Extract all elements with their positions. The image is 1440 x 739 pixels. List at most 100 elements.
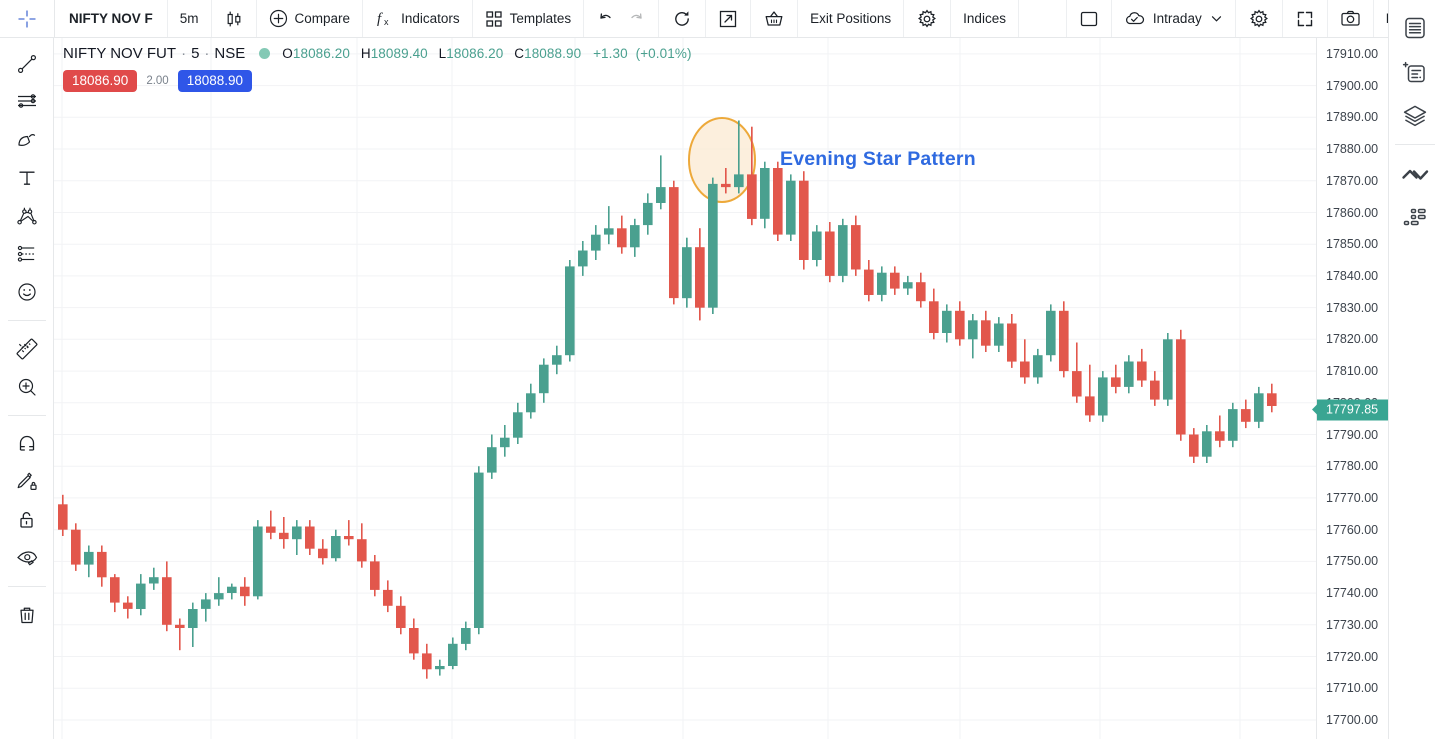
layers-panel-button[interactable]	[1394, 94, 1436, 138]
interval-button[interactable]: 5m	[168, 0, 212, 37]
candle	[799, 171, 809, 270]
candle	[1241, 399, 1251, 429]
create-watchlist-button[interactable]	[1394, 50, 1436, 94]
ask-price-button[interactable]: 18088.90	[177, 70, 253, 92]
toolbar-right-group: Intraday	[1067, 0, 1440, 37]
basket-orders-button[interactable]	[751, 0, 799, 37]
candle	[773, 161, 783, 241]
undo-button[interactable]	[584, 0, 621, 37]
measure-tool[interactable]	[7, 331, 47, 367]
horizontal-lines-tool[interactable]	[7, 84, 47, 120]
remove-drawings-tool[interactable]	[7, 597, 47, 633]
price-axis-tick: 17870.00	[1326, 173, 1379, 188]
patterns-tool[interactable]	[7, 236, 47, 272]
bid-ask-row: 18086.90 2.00 18088.90	[63, 70, 253, 92]
candle	[1202, 425, 1212, 463]
alerts-panel-button[interactable]	[1394, 153, 1436, 197]
redo-button[interactable]	[621, 0, 660, 37]
object-tree-panel-button[interactable]	[1394, 197, 1436, 241]
price-axis-tick: 17910.00	[1326, 46, 1379, 61]
product-type-label: Intraday	[1152, 11, 1202, 26]
candle	[84, 545, 94, 578]
stay-in-drawing-mode-tool[interactable]	[7, 464, 47, 500]
candle	[591, 225, 601, 260]
magnifier-plus-icon	[15, 375, 39, 399]
templates-button[interactable]: Templates	[473, 0, 585, 37]
right-sidebar-divider	[1394, 144, 1435, 145]
price-axis-tick: 17790.00	[1326, 427, 1379, 442]
candle	[1254, 386, 1264, 429]
candle	[812, 225, 822, 267]
crosshair-tool-button[interactable]	[0, 0, 55, 37]
price-axis-tick: 17750.00	[1326, 554, 1379, 569]
candle	[1228, 402, 1238, 448]
text-tool[interactable]	[7, 160, 47, 196]
price-axis-tick: 17860.00	[1326, 205, 1379, 220]
watchlist-panel-button[interactable]	[1394, 6, 1436, 50]
product-type-select[interactable]: Intraday	[1112, 0, 1236, 37]
candle	[214, 577, 224, 606]
ruler-icon	[15, 337, 39, 361]
layout-button[interactable]	[1067, 0, 1112, 37]
magnet-tool[interactable]	[7, 426, 47, 462]
hide-drawings-tool[interactable]	[7, 540, 47, 576]
camera-icon	[1340, 9, 1361, 28]
candlestick-plot[interactable]	[54, 38, 1316, 739]
candle	[266, 510, 276, 540]
candle	[1007, 314, 1017, 368]
emoji-tool[interactable]	[7, 274, 47, 310]
trading-chart-app: NIFTY NOV F 5m Compare f x Indicators Te…	[0, 0, 1440, 739]
popout-button[interactable]	[706, 0, 752, 37]
candle	[1137, 348, 1147, 387]
bid-price-button[interactable]: 18086.90	[63, 70, 138, 92]
candle	[1150, 371, 1160, 406]
candle	[253, 520, 263, 600]
pitchfork-tool[interactable]	[7, 198, 47, 234]
price-axis-tick: 17840.00	[1326, 268, 1379, 283]
text-t-icon	[15, 166, 39, 190]
legend-interval[interactable]: 5	[191, 45, 199, 62]
chart-type-button[interactable]	[212, 0, 257, 37]
fullscreen-button[interactable]	[1283, 0, 1328, 37]
price-axis-tick: 17710.00	[1326, 681, 1379, 696]
indicators-label: Indicators	[401, 11, 460, 26]
refresh-button[interactable]	[659, 0, 707, 37]
candle	[240, 577, 250, 606]
candle	[305, 520, 315, 555]
candle	[539, 358, 549, 403]
toolbar-spacer	[1019, 0, 1067, 37]
brush-tool[interactable]	[7, 122, 47, 158]
candle	[149, 567, 159, 590]
plus-circle-icon	[269, 9, 288, 28]
chevron-down-icon	[1210, 12, 1223, 25]
candle	[1059, 301, 1069, 378]
gear-icon	[916, 8, 938, 30]
indices-button[interactable]: Indices	[951, 0, 1019, 37]
horizontal-lines-icon	[15, 90, 39, 114]
trend-line-tool[interactable]	[7, 46, 47, 82]
candle	[604, 206, 614, 245]
candlestick-icon	[224, 9, 244, 29]
order-settings-button[interactable]	[904, 0, 952, 37]
zoom-in-tool[interactable]	[7, 369, 47, 405]
snapshot-button[interactable]	[1328, 0, 1374, 37]
price-axis[interactable]: 17910.00 17900.00 17890.00 17880.00 17870.00…	[1316, 38, 1389, 739]
layers-icon	[1401, 103, 1429, 129]
compare-button[interactable]: Compare	[257, 0, 364, 37]
indicators-button[interactable]: f x Indicators	[363, 0, 473, 37]
candle	[201, 593, 211, 622]
candle	[968, 314, 978, 359]
exit-positions-label: Exit Positions	[810, 11, 892, 26]
chart-settings-button[interactable]	[1236, 0, 1283, 37]
lock-drawings-tool[interactable]	[7, 502, 47, 538]
annotation-label[interactable]: Evening Star Pattern	[780, 148, 976, 171]
exit-positions-button[interactable]: Exit Positions	[798, 0, 905, 37]
price-axis-tick: 17850.00	[1326, 237, 1379, 252]
legend-symbol[interactable]: NIFTY NOV FUT	[63, 45, 176, 62]
candle	[1033, 348, 1043, 384]
candlestick-svg	[54, 38, 1316, 739]
legend-ohlc: O18086.20 H18089.40 L18086.20 C18088.90 …	[282, 46, 691, 61]
eye-slash-icon	[15, 546, 39, 570]
ohlc-h-key: H	[360, 46, 371, 61]
symbol-search-button[interactable]: NIFTY NOV F	[55, 0, 168, 37]
